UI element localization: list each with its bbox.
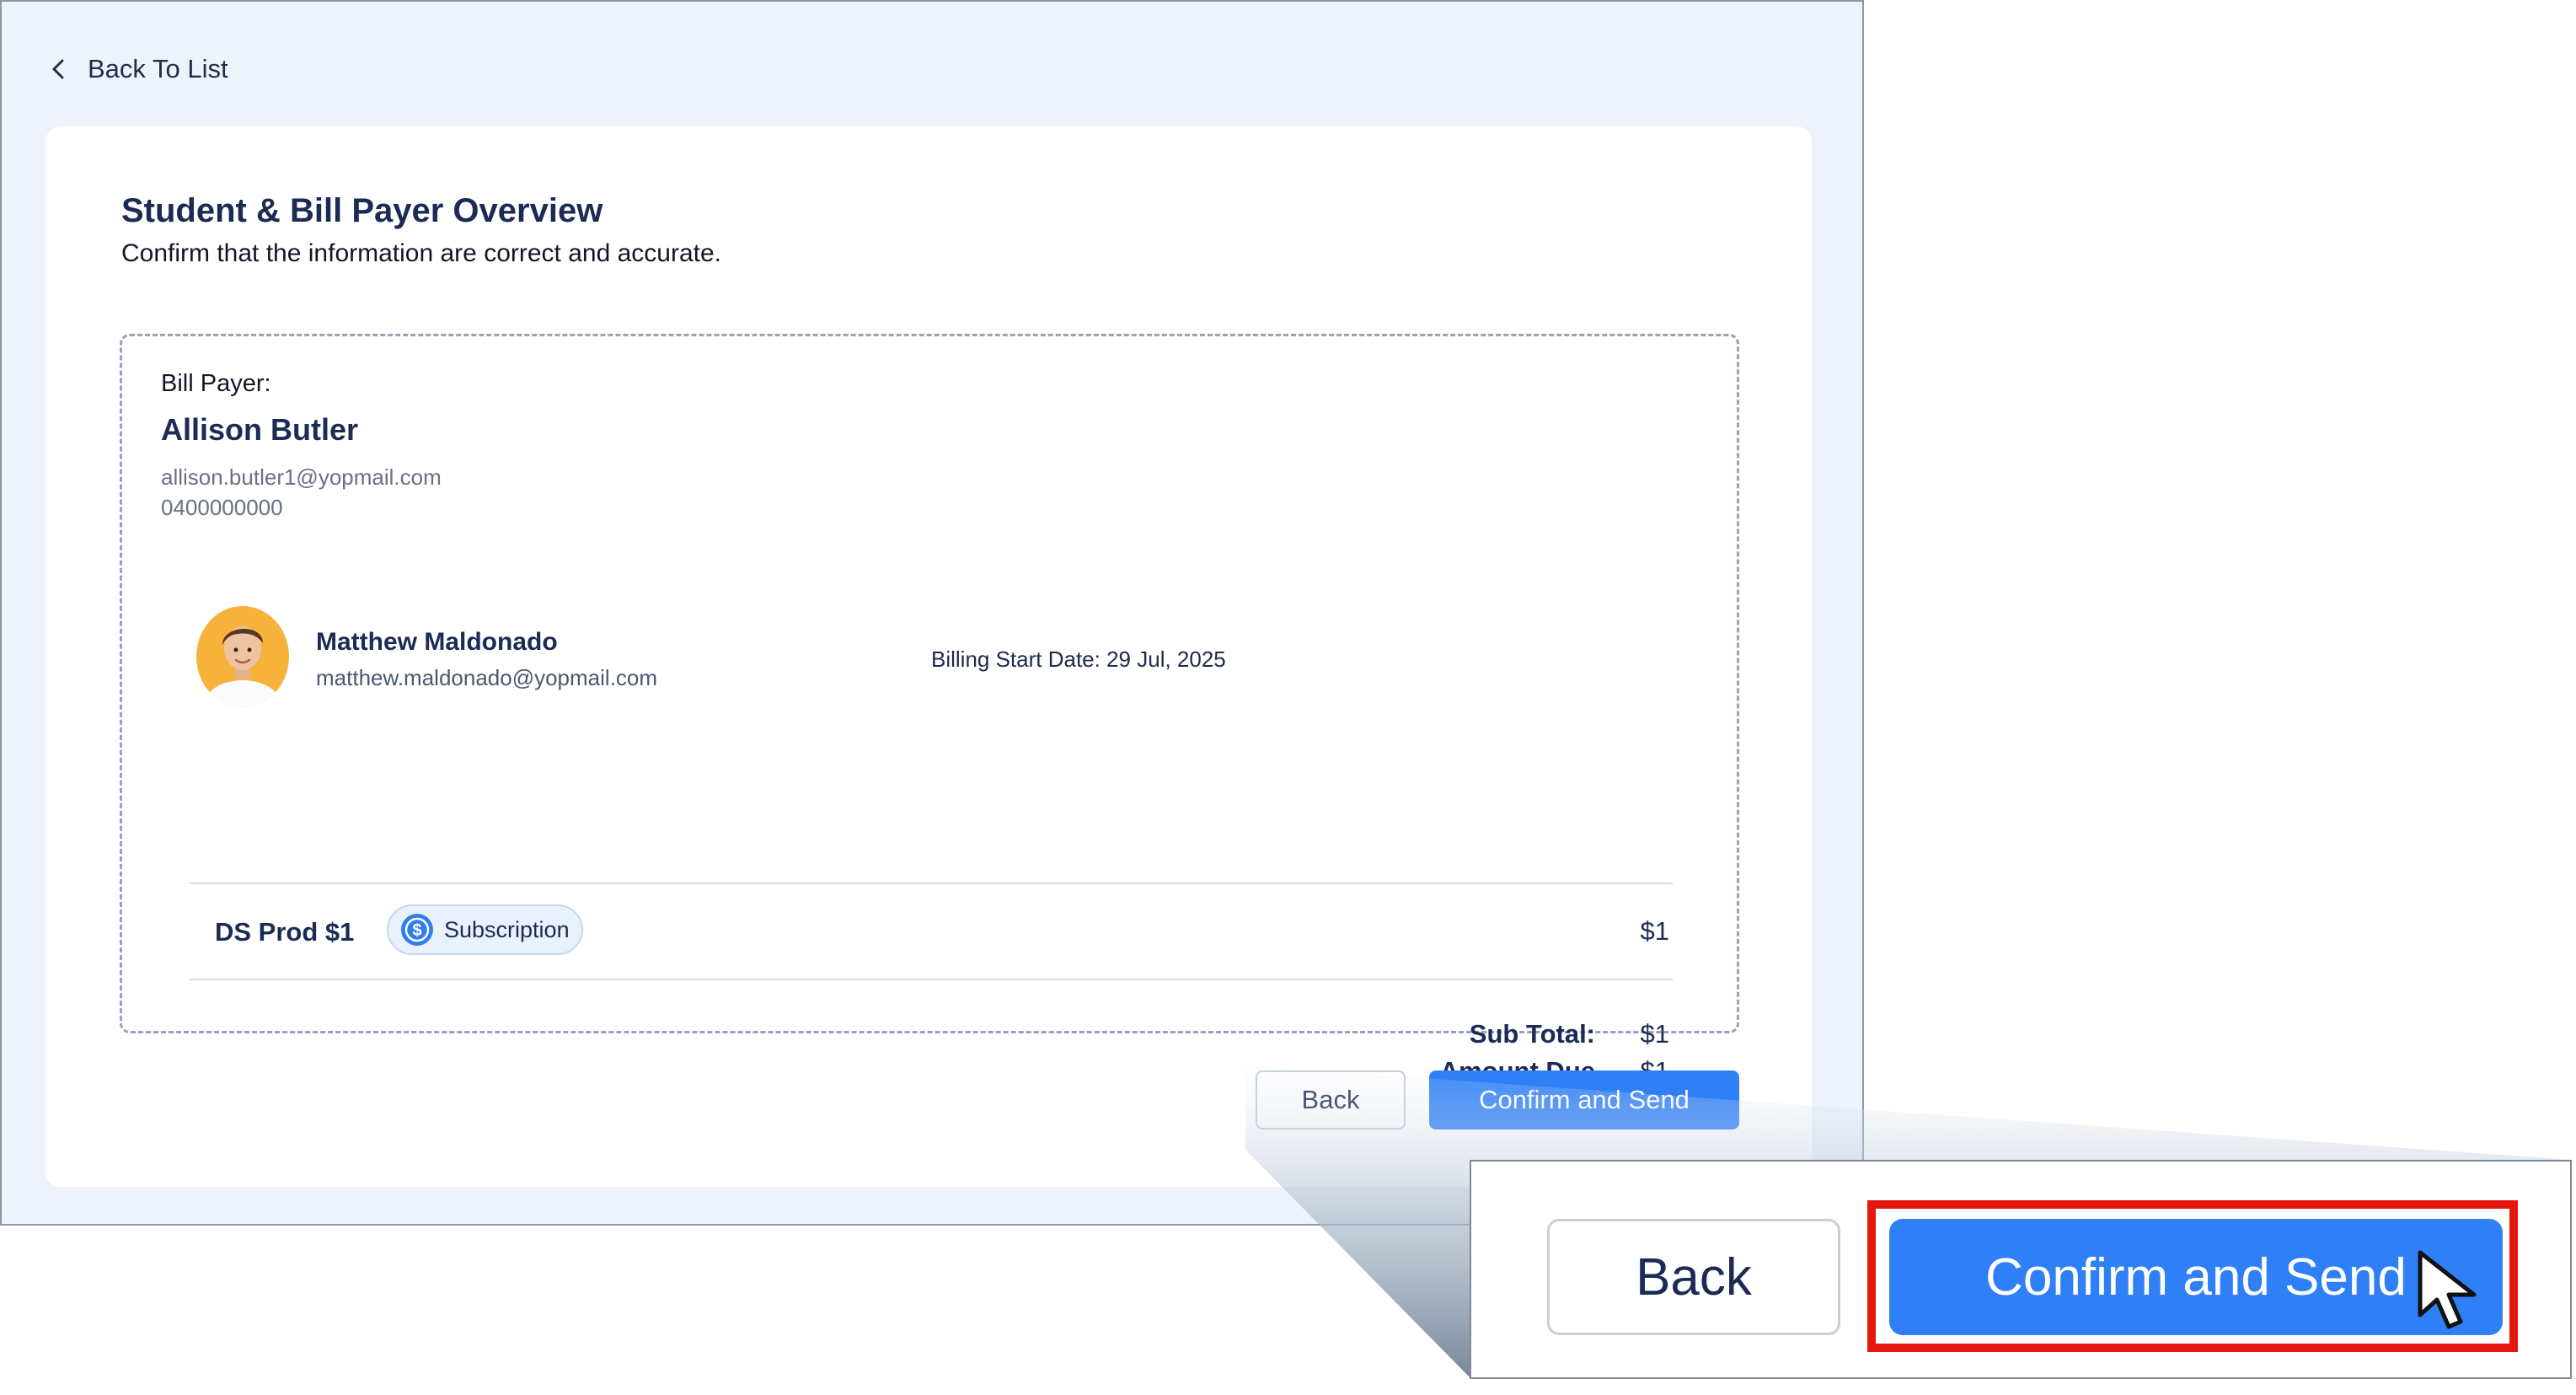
- divider: [190, 979, 1673, 980]
- summary-box: Bill Payer: Allison Butler allison.butle…: [120, 334, 1739, 1086]
- student-avatar: [196, 606, 289, 707]
- back-button[interactable]: Back: [1256, 1070, 1406, 1129]
- zoomed-back-button[interactable]: Back: [1547, 1219, 1840, 1335]
- zoomed-confirm-and-send-button[interactable]: Confirm and Send: [1889, 1219, 2503, 1335]
- mouse-cursor-icon: [2418, 1250, 2477, 1329]
- subtotal-value: $1: [1640, 1019, 1669, 1049]
- overview-card: Student & Bill Payer Overview Confirm th…: [46, 126, 1812, 1187]
- divider: [190, 883, 1673, 884]
- page-subtitle: Confirm that the information are correct…: [121, 239, 722, 267]
- bill-payer-label: Bill Payer:: [161, 370, 271, 397]
- back-to-list-label: Back To List: [88, 54, 228, 83]
- subscription-badge: $ Subscription: [387, 904, 583, 955]
- confirm-and-send-button[interactable]: Confirm and Send: [1429, 1070, 1739, 1129]
- bill-payer-phone: 0400000000: [161, 495, 283, 520]
- bill-payer-email: allison.butler1@yopmail.com: [161, 464, 442, 490]
- app-window: Back To List Student & Bill Payer Overvi…: [0, 0, 1864, 1226]
- subtotal-row: Sub Total: $1: [1376, 1019, 1669, 1049]
- back-to-list-link[interactable]: Back To List: [49, 52, 228, 86]
- product-price: $1: [1640, 916, 1669, 946]
- page-title: Student & Bill Payer Overview: [121, 192, 603, 229]
- billing-start-date: Billing Start Date: 29 Jul, 2025: [931, 647, 1226, 672]
- student-email: matthew.maldonado@yopmail.com: [316, 665, 658, 690]
- bill-payer-name: Allison Butler: [161, 412, 359, 447]
- dollar-circle-icon: $: [401, 914, 433, 946]
- chevron-left-icon: [52, 59, 64, 79]
- subscription-badge-label: Subscription: [444, 916, 570, 942]
- svg-text:$: $: [412, 921, 421, 940]
- student-name: Matthew Maldonado: [316, 628, 558, 656]
- zoom-panel: Back Confirm and Send: [1470, 1160, 2572, 1379]
- subtotal-label: Sub Total:: [1469, 1019, 1595, 1049]
- product-name: DS Prod $1: [215, 917, 355, 947]
